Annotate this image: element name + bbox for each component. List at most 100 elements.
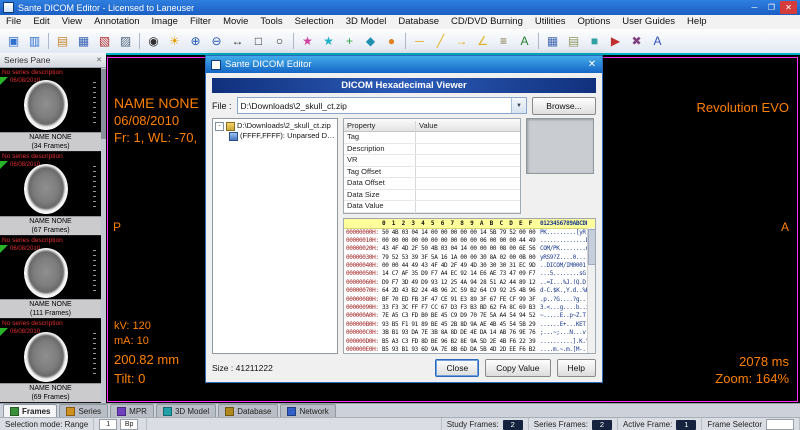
hex-row[interactable]: 000000D0H: B5 A3 C3 FD 8D BE 96 B2 8E 9A …: [344, 338, 595, 346]
menu-item-annotation[interactable]: Annotation: [88, 15, 145, 29]
hex-viewer[interactable]: 0 1 2 3 4 5 6 7 8 9 A B C D E F 01234567…: [343, 217, 596, 354]
angle-tool-icon[interactable]: ∠: [472, 31, 493, 52]
movie-play-icon[interactable]: ▶: [605, 31, 626, 52]
cube-3d-icon[interactable]: ■: [584, 31, 605, 52]
tab-network[interactable]: Network: [280, 404, 336, 418]
series-thumbnail[interactable]: No series description 06/08/2010 NAME NONE…: [0, 319, 101, 403]
delete-icon[interactable]: ✖: [626, 31, 647, 52]
tab-3d-model[interactable]: 3D Model: [155, 404, 217, 418]
series-thumbnail[interactable]: No series description 06/08/2010 NAME NONE…: [0, 151, 101, 236]
copy-value-button[interactable]: Copy Value: [485, 359, 551, 377]
pane-close-icon[interactable]: ✕: [96, 56, 102, 64]
layers-icon[interactable]: ▤: [563, 31, 584, 52]
zoom-out-icon[interactable]: ⊖: [206, 31, 227, 52]
menu-item-3d-model[interactable]: 3D Model: [340, 15, 393, 29]
close-button[interactable]: Close: [435, 359, 480, 377]
menu-item-file[interactable]: File: [0, 15, 27, 29]
dialog-title-bar[interactable]: Sante DICOM Editor ✕: [206, 56, 602, 73]
text-tool-icon[interactable]: A: [514, 31, 535, 52]
status-mini-field[interactable]: 1: [99, 419, 118, 430]
save-icon[interactable]: ▦: [73, 31, 94, 52]
tab-series[interactable]: Series: [59, 404, 109, 418]
hex-row[interactable]: 00000000H: 50 4B 03 04 14 00 00 00 00 00 …: [344, 229, 595, 237]
minimize-button[interactable]: ─: [746, 1, 763, 14]
hex-row[interactable]: 000000E0H: B5 93 B1 93 6D 9A 7E 8B 6D DA …: [344, 346, 595, 353]
maximize-button[interactable]: ❐: [763, 1, 780, 14]
menu-item-edit[interactable]: Edit: [27, 15, 55, 29]
menu-item-options[interactable]: Options: [571, 15, 616, 29]
menu-item-help[interactable]: Help: [681, 15, 713, 29]
dual-view-icon[interactable]: ▥: [24, 31, 45, 52]
menu-item-utilities[interactable]: Utilities: [529, 15, 572, 29]
open-file-icon[interactable]: ▤: [52, 31, 73, 52]
print-icon[interactable]: ▨: [115, 31, 136, 52]
menu-item-selection[interactable]: Selection: [289, 15, 340, 29]
tree-root-node[interactable]: - D:\Downloads\2_skull_ct.zip: [215, 121, 335, 131]
hex-row[interactable]: 00000020H: 43 4F 4D 2F 50 4B 03 04 14 00 …: [344, 245, 595, 253]
file-row: File : D:\Downloads\2_skull_ct.zip ▼ Bro…: [212, 96, 596, 115]
hex-row[interactable]: 00000060H: D9 F7 3D 49 D9 93 12 25 4A 94 …: [344, 279, 595, 287]
polyline-tool-icon[interactable]: ╱: [430, 31, 451, 52]
value-column-header[interactable]: Value: [416, 121, 520, 130]
hex-row[interactable]: 00000050H: 14 C7 AF 35 D9 F7 A4 EC 92 14 …: [344, 270, 595, 278]
frame-selector-input[interactable]: [766, 419, 794, 430]
series-thumbnail[interactable]: No series description 06/08/2010 NAME NONE…: [0, 235, 101, 320]
hex-row[interactable]: 000000A0H: 7E A5 C3 FD B0 BE 45 C9 D9 70 …: [344, 312, 595, 320]
dialog-close-button[interactable]: ✕: [582, 59, 602, 70]
menu-item-view[interactable]: View: [56, 15, 88, 29]
diamond-tool-icon[interactable]: ◆: [360, 31, 381, 52]
hex-row[interactable]: 00000070H: 64 2D 43 B2 24 4B 96 2C 59 B2 …: [344, 287, 595, 295]
ellipse-select-icon[interactable]: ○: [269, 31, 290, 52]
single-view-icon[interactable]: ▣: [3, 31, 24, 52]
pan-icon[interactable]: ↔: [227, 31, 248, 52]
tab-mpr[interactable]: MPR: [110, 404, 154, 418]
cross-tool-icon[interactable]: +: [339, 31, 360, 52]
hex-scrollbar[interactable]: [587, 227, 595, 353]
status-mini-field[interactable]: Bp: [120, 419, 139, 430]
annotation-star-icon[interactable]: ★: [297, 31, 318, 52]
series-thumbnail[interactable]: No series description 06/08/2010 NAME NONE…: [0, 68, 101, 152]
ruler-icon[interactable]: ≡: [493, 31, 514, 52]
hex-row[interactable]: 00000090H: 33 F3 3C FF F7 CC 67 D3 F3 B3 …: [344, 304, 595, 312]
chevron-down-icon[interactable]: ▼: [511, 98, 526, 113]
menu-item-filter[interactable]: Filter: [184, 15, 217, 29]
status-counter: Series Frames: 2: [529, 418, 618, 430]
rect-select-icon[interactable]: □: [248, 31, 269, 52]
hex-row[interactable]: 00000080H: BF 70 ED FB 3F 47 CE 91 E3 89 …: [344, 296, 595, 304]
grid-icon[interactable]: ▦: [542, 31, 563, 52]
file-tree[interactable]: - D:\Downloads\2_skull_ct.zip (FFFF,FFFF…: [212, 118, 338, 354]
property-column-header[interactable]: Property: [344, 120, 416, 130]
font-icon[interactable]: A: [647, 31, 668, 52]
menu-item-user-guides[interactable]: User Guides: [616, 15, 681, 29]
arrow-tool-icon[interactable]: →: [451, 31, 472, 52]
menu-item-database[interactable]: Database: [392, 15, 445, 29]
series-marker-icon: [0, 77, 8, 85]
hex-row[interactable]: 00000040H: 00 00 44 49 43 4F 4D 2F 49 4D …: [344, 262, 595, 270]
tab-frames[interactable]: Frames: [3, 404, 58, 418]
dot-tool-icon[interactable]: ●: [381, 31, 402, 52]
hex-row[interactable]: 000000C0H: 3B B1 93 DA 7E 3B 8A 8D DE 4E …: [344, 329, 595, 337]
toolbar-separator: [405, 33, 406, 49]
line-tool-icon[interactable]: ─: [409, 31, 430, 52]
menu-item-image[interactable]: Image: [146, 15, 184, 29]
brightness-icon[interactable]: ☀: [164, 31, 185, 52]
hex-scrollbar-thumb[interactable]: [588, 228, 595, 265]
menu-item-cd-dvd-burning[interactable]: CD/DVD Burning: [445, 15, 529, 29]
tab-database[interactable]: Database: [218, 404, 279, 418]
tree-expander-icon[interactable]: -: [215, 121, 224, 131]
hex-row[interactable]: 00000030H: 79 52 53 39 3F 5A 16 1A 00 00 …: [344, 254, 595, 262]
close-button[interactable]: ✕: [780, 1, 797, 14]
export-icon[interactable]: ▧: [94, 31, 115, 52]
help-button[interactable]: Help: [556, 359, 596, 377]
zip-file-icon: [226, 121, 235, 131]
hex-row[interactable]: 000000B0H: 93 B5 F1 91 89 BE 45 2B 8D 9A …: [344, 321, 595, 329]
menu-item-tools[interactable]: Tools: [254, 15, 288, 29]
hex-row[interactable]: 00000010H: 00 00 00 00 00 00 00 00 00 00 …: [344, 237, 595, 245]
browse-button[interactable]: Browse...: [532, 96, 596, 115]
tree-child-node[interactable]: (FFFF,FFFF): Unparsed Data: [229, 131, 335, 141]
eye-icon[interactable]: ◉: [143, 31, 164, 52]
zoom-in-icon[interactable]: ⊕: [185, 31, 206, 52]
roi-star-icon[interactable]: ★: [318, 31, 339, 52]
file-path-combobox[interactable]: D:\Downloads\2_skull_ct.zip ▼: [236, 97, 527, 114]
menu-item-movie[interactable]: Movie: [217, 15, 254, 29]
